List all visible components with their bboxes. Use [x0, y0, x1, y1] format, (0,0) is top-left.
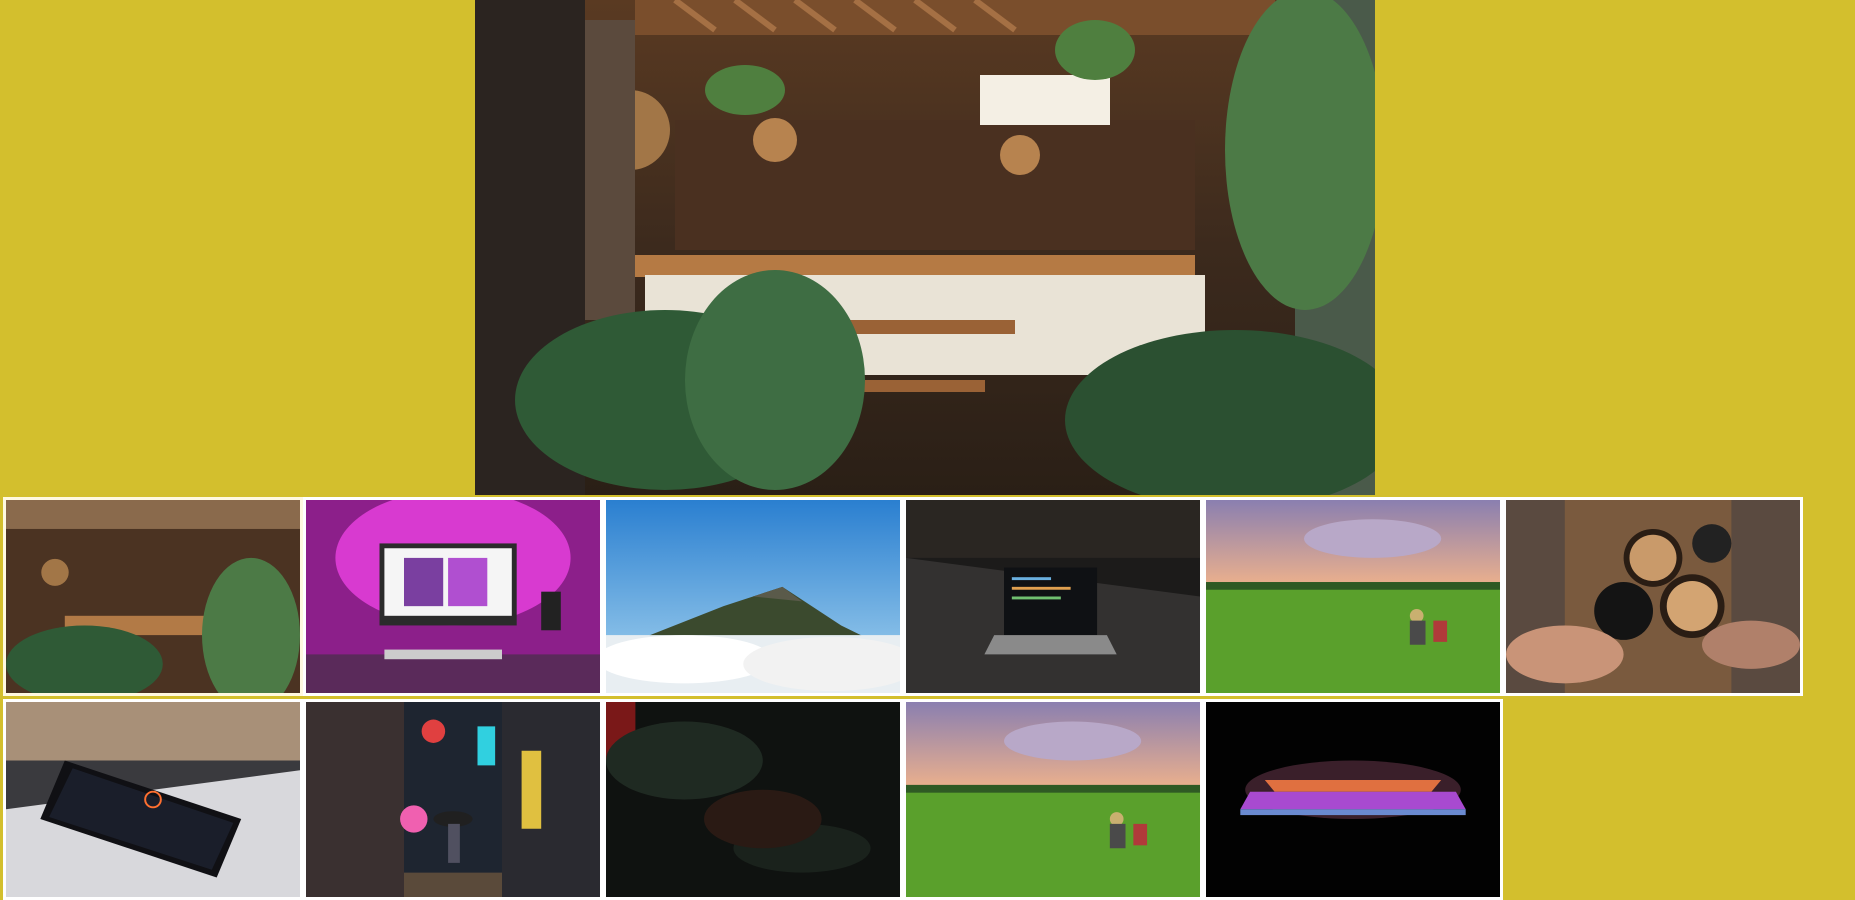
thumbnail-rice-field-farmers[interactable]: [1203, 497, 1503, 696]
thumbnail-laptop-code-dark[interactable]: [903, 497, 1203, 696]
laptop-code-dark-thumb: [906, 500, 1200, 693]
thumbnail-dark-leaves[interactable]: [603, 699, 903, 900]
rice-field-farmers-thumb: [1206, 500, 1500, 693]
pink-desk-setup-thumb: [306, 500, 600, 693]
thumbnail-glowing-laptop[interactable]: [1203, 699, 1503, 900]
thumbnail-mountain-above-clouds[interactable]: [603, 497, 903, 696]
cafe-interior-thumb: [6, 500, 300, 693]
smartphone-desk-thumb: [6, 702, 300, 897]
thumbnail-cafe-interior[interactable]: [3, 497, 303, 696]
thumbnail-neon-alley-night[interactable]: [303, 699, 603, 900]
rice-field-farmers-2-thumb: [906, 702, 1200, 897]
thumbnail-rice-field-farmers-2[interactable]: [903, 699, 1203, 900]
dark-leaves-thumb: [606, 702, 900, 897]
main-preview-image: [475, 0, 1375, 495]
glowing-laptop-thumb: [1206, 702, 1500, 897]
thumbnail-latte-cups[interactable]: [1503, 497, 1803, 696]
neon-alley-night-thumb: [306, 702, 600, 897]
thumbnail-pink-desk-setup[interactable]: [303, 497, 603, 696]
thumbnail-smartphone-desk[interactable]: [3, 699, 303, 900]
latte-cups-thumb: [1506, 500, 1800, 693]
cafe-interior-photo: [475, 0, 1375, 495]
mountain-above-clouds-thumb: [606, 500, 900, 693]
